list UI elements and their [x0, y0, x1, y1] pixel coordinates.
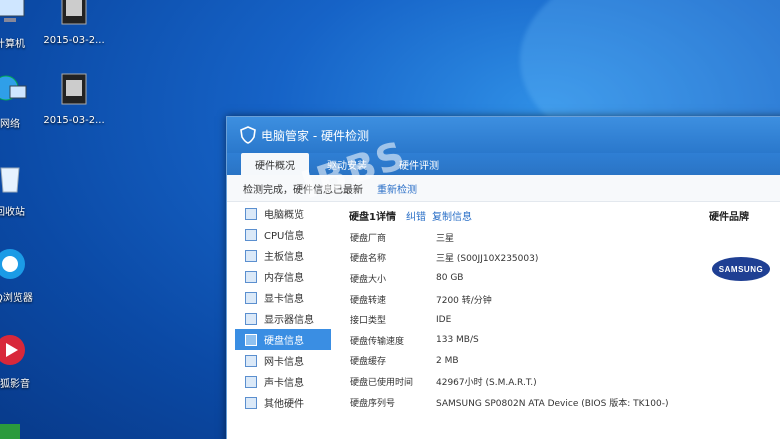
row-key: 硬盘传输速度: [350, 336, 405, 347]
table-row: 硬盘序列号 SAMSUNG SP0802N ATA Device (BIOS 版本…: [345, 392, 685, 413]
sidebar-item-memory[interactable]: 内存信息: [235, 266, 331, 287]
row-value: 80 GB: [436, 273, 464, 284]
row-key: 硬盘缓存: [350, 357, 387, 368]
desktop-icon-network[interactable]: 网络: [0, 72, 42, 130]
window-titlebar[interactable]: 电脑管家 - 硬件检测: [227, 117, 780, 153]
sidebar-item-sound[interactable]: 声卡信息: [235, 371, 331, 392]
sidebar-item-disk[interactable]: 硬盘信息: [235, 329, 331, 350]
desktop-icon-label: 2015-03-2...: [43, 115, 105, 126]
qq-browser-icon: [0, 249, 25, 279]
sidebar-item-gpu[interactable]: 显卡信息: [235, 287, 331, 308]
row-key: 硬盘已使用时间: [350, 377, 414, 388]
sidebar-item-other[interactable]: 其他硬件: [235, 392, 331, 413]
sidebar-item-label: 主板信息: [264, 252, 304, 263]
motherboard-icon: [245, 249, 257, 262]
row-key: 硬盘名称: [350, 254, 387, 265]
video-player-icon: [0, 335, 25, 365]
disk-details-panel: 硬盘1详情 纠错 复制信息 硬盘厂商 三星 硬盘名称 三星 (S00JJ10X235…: [345, 203, 685, 412]
row-value: SAMSUNG SP0802N ATA Device (BIOS 版本: TK1…: [436, 398, 669, 409]
memory-icon: [245, 270, 257, 283]
row-value: 2 MB: [436, 355, 459, 366]
sidebar: 电脑概览 CPU信息 主板信息 内存信息 显卡信息 显示器信息 硬盘信息 网卡信…: [235, 203, 331, 413]
table-row: 硬盘已使用时间 42967小时 (S.M.A.R.T.): [345, 371, 685, 392]
table-row: 硬盘名称 三星 (S00JJ10X235003): [345, 248, 685, 269]
row-key: 硬盘序列号: [350, 398, 396, 409]
partial-icon: [0, 424, 20, 439]
sound-card-icon: [245, 375, 257, 388]
copy-info-link[interactable]: 复制信息: [432, 208, 472, 223]
sidebar-item-label: 声卡信息: [264, 378, 304, 389]
report-error-link[interactable]: 纠错: [406, 208, 426, 223]
desktop-icon-label: 搜狐影音: [0, 379, 30, 390]
row-value: IDE: [436, 314, 452, 325]
table-row: 硬盘传输速度 133 MB/S: [345, 330, 685, 351]
desktop-icon-recycle[interactable]: 回收站: [0, 160, 42, 218]
sidebar-item-overview[interactable]: 电脑概览: [235, 203, 331, 224]
image-file-icon: [61, 0, 87, 25]
table-row: 硬盘转速 7200 转/分钟: [345, 289, 685, 310]
sidebar-item-label: 内存信息: [264, 273, 304, 284]
network-icon: [0, 75, 27, 101]
row-value: 7200 转/分钟: [436, 295, 492, 306]
sidebar-item-label: 其他硬件: [264, 399, 304, 410]
network-card-icon: [245, 354, 257, 367]
row-key: 硬盘厂商: [350, 233, 387, 244]
row-value: 42967小时 (S.M.A.R.T.): [436, 377, 537, 388]
sidebar-item-label: CPU信息: [264, 231, 305, 242]
desktop-icon-label: 回收站: [0, 207, 25, 218]
sidebar-item-cpu[interactable]: CPU信息: [235, 224, 331, 245]
table-row: 硬盘缓存 2 MB: [345, 351, 685, 372]
sidebar-item-motherboard[interactable]: 主板信息: [235, 245, 331, 266]
row-value: 133 MB/S: [436, 335, 479, 346]
desktop-icon-label: QQ浏览器: [0, 293, 33, 304]
row-value: 三星: [436, 233, 455, 244]
brand-panel: 硬件品牌 SAMSUNG: [703, 203, 780, 299]
table-row: 硬盘大小 80 GB: [345, 268, 685, 289]
desktop-icon-computer[interactable]: 计算机: [0, 0, 42, 50]
table-row: 接口类型 IDE: [345, 309, 685, 330]
table-row: 硬盘厂商 三星: [345, 227, 685, 248]
desktop-icon-label: 2015-03-2...: [43, 35, 105, 46]
brand-heading: 硬件品牌: [709, 211, 749, 223]
gpu-icon: [245, 291, 257, 304]
sidebar-item-label: 电脑概览: [264, 210, 304, 221]
sidebar-item-label: 硬盘信息: [264, 336, 304, 347]
disk-icon: [245, 333, 257, 346]
desktop-icon-file1[interactable]: 2015-03-2...: [42, 0, 106, 46]
samsung-logo-text: SAMSUNG: [712, 257, 770, 281]
desktop-icon-label: 计算机: [0, 39, 25, 50]
cpu-icon: [245, 228, 257, 241]
sidebar-item-label: 网卡信息: [264, 357, 304, 368]
row-value: 三星 (S00JJ10X235003): [436, 254, 539, 265]
sidebar-item-network[interactable]: 网卡信息: [235, 350, 331, 371]
row-key: 硬盘大小: [350, 274, 387, 285]
sidebar-item-label: 显卡信息: [264, 294, 304, 305]
panel-heading: 硬盘1详情: [349, 211, 396, 223]
desktop-icon-qq-browser[interactable]: QQ浏览器: [0, 246, 42, 304]
row-key: 硬盘转速: [350, 295, 387, 306]
row-key: 接口类型: [350, 316, 387, 327]
desktop-icon-label: 网络: [0, 119, 20, 130]
sidebar-item-display[interactable]: 显示器信息: [235, 308, 331, 329]
desktop-icon-sohu-video[interactable]: 搜狐影音: [0, 332, 42, 390]
desktop: 计算机 2015-03-2... 网络 2015-03-2... 回收站 QQ浏…: [0, 0, 780, 439]
monitor-icon: [245, 207, 257, 220]
other-hardware-icon: [245, 396, 257, 409]
sidebar-item-label: 显示器信息: [264, 315, 314, 326]
desktop-icon-file2[interactable]: 2015-03-2...: [42, 72, 106, 126]
window-title: 电脑管家 - 硬件检测: [261, 128, 369, 143]
image-file-icon: [61, 73, 87, 105]
display-icon: [245, 312, 257, 325]
recycle-bin-icon: [0, 167, 20, 193]
samsung-logo: SAMSUNG: [711, 239, 771, 299]
shield-logo-icon: [240, 126, 256, 144]
computer-icon: [0, 0, 25, 22]
